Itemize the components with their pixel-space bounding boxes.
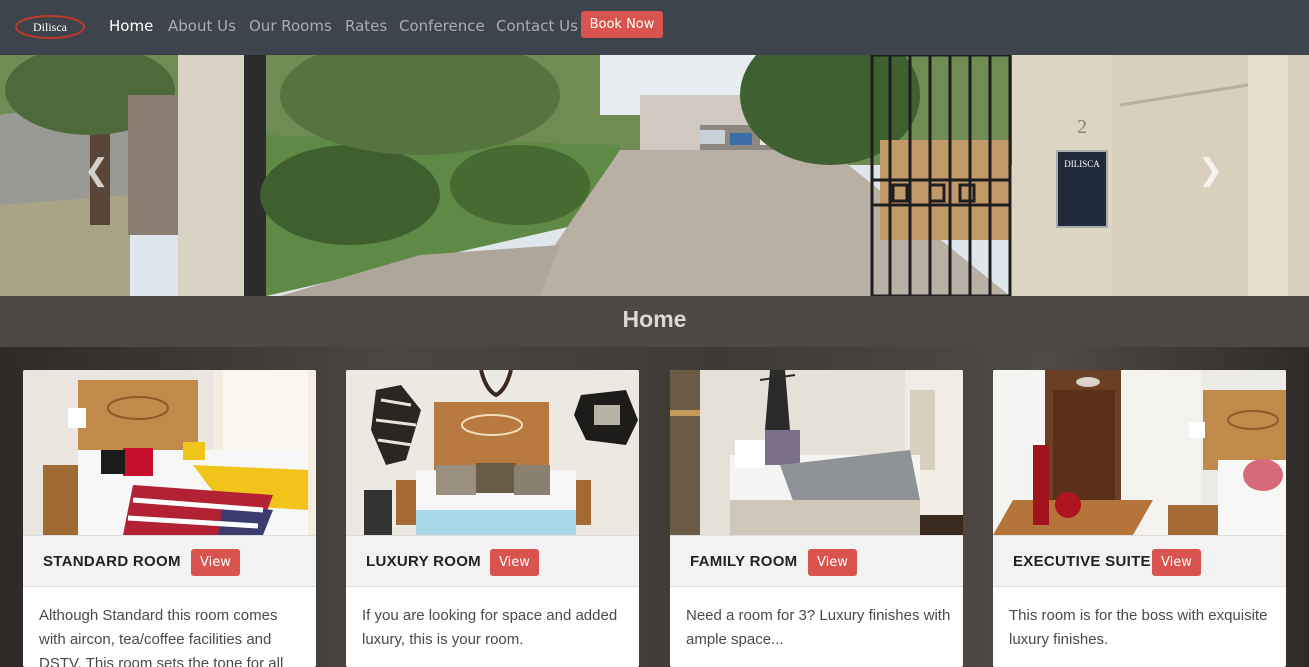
room-image-luxury	[346, 370, 639, 535]
room-title: FAMILY ROOM	[690, 553, 798, 570]
room-image-family	[670, 370, 963, 535]
chevron-left-icon: ❮	[84, 153, 110, 188]
logo-text: Dilisca	[33, 20, 68, 34]
chevron-right-icon: ❯	[1198, 153, 1224, 188]
room-card-header: FAMILY ROOM View	[670, 535, 963, 587]
room-image-standard	[23, 370, 316, 535]
room-card-luxury: LUXURY ROOM View If you are looking for …	[346, 370, 639, 667]
carousel-next-button[interactable]: ❯	[1198, 153, 1224, 188]
room-description: Need a room for 3? Luxury finishes with …	[686, 607, 951, 648]
room-card-family: FAMILY ROOM View Need a room for 3? Luxu…	[670, 370, 963, 667]
view-family-room-button[interactable]: View	[808, 549, 857, 576]
room-image-executive	[993, 370, 1286, 535]
room-title: STANDARD ROOM	[43, 553, 181, 570]
view-executive-suite-button[interactable]: View	[1152, 549, 1201, 576]
nav-conference[interactable]: Conference	[399, 17, 485, 35]
nav-rates[interactable]: Rates	[345, 17, 387, 35]
nav-contact-us[interactable]: Contact Us	[496, 17, 578, 35]
book-now-button[interactable]: Book Now	[581, 11, 663, 38]
hero-image: DILISCA 2	[0, 55, 1309, 296]
room-description: Although Standard this room comes with a…	[39, 607, 284, 667]
room-card-header: LUXURY ROOM View	[346, 535, 639, 587]
site-logo[interactable]: Dilisca	[14, 13, 86, 41]
room-title: LUXURY ROOM	[366, 553, 481, 570]
nav-home[interactable]: Home	[109, 17, 153, 35]
nav-our-rooms[interactable]: Our Rooms	[249, 17, 332, 35]
room-description: If you are looking for space and added l…	[362, 607, 618, 648]
gate-sign-text: DILISCA	[1064, 159, 1100, 169]
page-title: Home	[622, 306, 687, 332]
room-card-standard: STANDARD ROOM View Although Standard thi…	[23, 370, 316, 667]
view-luxury-room-button[interactable]: View	[490, 549, 539, 576]
carousel-prev-button[interactable]: ❮	[84, 153, 110, 188]
navbar: Dilisca Home About Us Our Rooms Rates Co…	[0, 0, 1309, 55]
room-card-header: EXECUTIVE SUITE View	[993, 535, 1286, 587]
view-standard-room-button[interactable]: View	[191, 549, 240, 576]
room-card-header: STANDARD ROOM View	[23, 535, 316, 587]
house-number: 2	[1077, 116, 1087, 138]
room-description: This room is for the boss with exquisite…	[1009, 607, 1268, 648]
room-card-executive: EXECUTIVE SUITE View This room is for th…	[993, 370, 1286, 667]
room-title: EXECUTIVE SUITE	[1013, 553, 1151, 570]
page-title-banner: Home	[0, 296, 1309, 347]
hero-carousel: DILISCA 2 ❮ ❯	[0, 55, 1309, 296]
nav-about-us[interactable]: About Us	[168, 17, 236, 35]
